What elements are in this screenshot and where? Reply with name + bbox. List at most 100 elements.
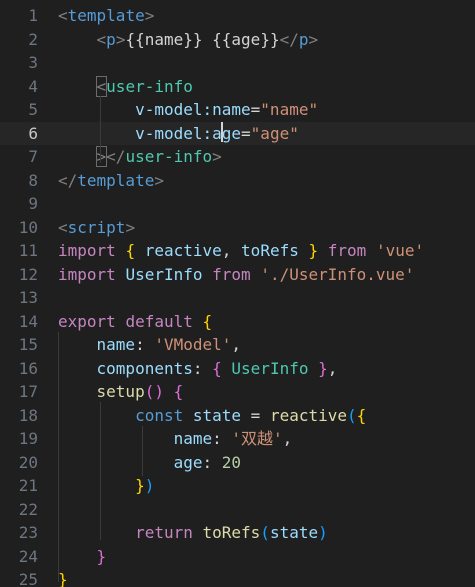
code-line[interactable]: 12 import UserInfo from './UserInfo.vue' xyxy=(0,263,475,287)
code-line[interactable]: 20 age: 20 xyxy=(0,451,475,475)
code-token: name xyxy=(173,429,213,448)
code-line[interactable]: 19 name: '双越', xyxy=(0,427,475,451)
code-line[interactable]: 16 components: { UserInfo }, xyxy=(0,357,475,381)
line-number[interactable]: 2 xyxy=(0,28,38,52)
code-token: './UserInfo.vue' xyxy=(260,264,415,284)
line-number[interactable]: 16 xyxy=(0,357,38,381)
code-token: ( xyxy=(347,405,357,425)
code-text: return toRefs(state) xyxy=(58,521,328,545)
code-text: import UserInfo from './UserInfo.vue' xyxy=(58,263,414,287)
code-token: name xyxy=(96,335,136,354)
code-token: toRefs xyxy=(241,241,299,260)
line-number[interactable]: 19 xyxy=(0,427,38,451)
line-number[interactable]: 18 xyxy=(0,404,38,428)
code-line[interactable]: 14 export default { xyxy=(0,310,475,334)
code-token: { xyxy=(212,358,222,378)
code-line[interactable]: 25} xyxy=(0,568,475,587)
code-token: } xyxy=(135,476,145,495)
code-token: v-model:age xyxy=(135,123,242,143)
code-line[interactable]: 15 name: 'VModel', xyxy=(0,333,475,357)
code-editor[interactable]: 1 <template> 2 <p>{{name}} {{age}}</p> 3 4 <… xyxy=(0,0,475,587)
code-line[interactable]: 1 <template> xyxy=(0,4,475,28)
line-number[interactable]: 6 xyxy=(0,122,38,146)
text-cursor xyxy=(221,122,223,142)
line-number[interactable]: 5 xyxy=(0,98,38,122)
code-token: < xyxy=(95,75,108,97)
code-token: import xyxy=(58,264,116,284)
line-number[interactable]: 3 xyxy=(0,51,38,75)
code-line[interactable]: 3 xyxy=(0,51,475,75)
code-token: state xyxy=(192,405,242,425)
code-line[interactable]: 5 v-model:name="name" xyxy=(0,98,475,122)
code-token: = xyxy=(250,100,261,119)
line-number[interactable]: 10 xyxy=(0,216,38,240)
code-line[interactable]: 9 xyxy=(0,192,475,216)
line-number[interactable]: 11 xyxy=(0,239,38,263)
line-number[interactable]: 25 xyxy=(0,568,38,587)
code-line[interactable]: 18 const state = reactive({ xyxy=(0,404,475,428)
line-number[interactable]: 1 xyxy=(0,4,38,28)
code-token: age xyxy=(173,452,203,472)
line-number[interactable]: 4 xyxy=(0,75,38,99)
code-token: from xyxy=(327,241,367,260)
line-number[interactable]: 17 xyxy=(0,380,38,404)
code-text: <p>{{name}} {{age}}</p> xyxy=(58,28,319,52)
code-token: > xyxy=(95,146,108,167)
code-token: { xyxy=(356,405,367,425)
line-number[interactable]: 15 xyxy=(0,333,38,357)
line-number[interactable]: 12 xyxy=(0,263,38,287)
line-number[interactable]: 9 xyxy=(0,192,38,216)
indent-guide xyxy=(58,332,59,582)
line-number[interactable]: 23 xyxy=(0,521,38,545)
code-token: > xyxy=(212,147,222,166)
code-line[interactable]: 22 xyxy=(0,498,475,522)
code-line[interactable]: 2 <p>{{name}} {{age}}</p> xyxy=(0,28,475,52)
line-number[interactable]: 7 xyxy=(0,145,38,169)
code-line[interactable]: 23 return toRefs(state) xyxy=(0,521,475,545)
code-token: UserInfo xyxy=(125,264,203,284)
code-line[interactable]: 6 v-model:age="age" xyxy=(0,121,475,146)
code-token: 'vue' xyxy=(375,241,425,260)
line-number[interactable]: 24 xyxy=(0,545,38,569)
code-token: export xyxy=(58,311,116,331)
code-text: <script> xyxy=(58,216,135,240)
code-token: > xyxy=(144,6,155,25)
code-line[interactable]: 13 xyxy=(0,286,475,310)
code-line[interactable]: 8 </template> xyxy=(0,169,475,193)
code-token: , xyxy=(282,429,293,448)
code-text: } xyxy=(58,568,68,587)
code-line[interactable]: 21 }) xyxy=(0,474,475,498)
code-line[interactable]: 17 setup() { xyxy=(0,380,475,404)
code-token: > xyxy=(154,170,164,190)
code-line[interactable]: 24 } xyxy=(0,545,475,569)
code-token: components xyxy=(96,358,193,378)
line-number[interactable]: 21 xyxy=(0,474,38,498)
code-line[interactable]: 10 <script> xyxy=(0,216,475,240)
code-text: v-model:age="age" xyxy=(58,122,299,146)
code-token: v-model:name xyxy=(135,100,251,119)
code-token: : xyxy=(135,335,155,354)
code-token: { xyxy=(202,311,213,331)
code-line[interactable]: 11 import { reactive, toRefs } from 'vue' xyxy=(0,239,475,263)
code-token: </ xyxy=(106,147,126,166)
line-number[interactable]: 20 xyxy=(0,451,38,475)
code-token: toRefs xyxy=(202,523,261,542)
line-number[interactable]: 22 xyxy=(0,498,38,522)
code-token: > xyxy=(308,29,319,49)
indent-guide xyxy=(142,426,143,476)
line-number[interactable]: 14 xyxy=(0,310,38,334)
code-line[interactable]: 7 ></user-info> xyxy=(0,145,475,169)
line-number[interactable]: 8 xyxy=(0,169,38,193)
line-number[interactable]: 13 xyxy=(0,286,38,310)
code-line[interactable]: 4 <user-info xyxy=(0,75,475,99)
